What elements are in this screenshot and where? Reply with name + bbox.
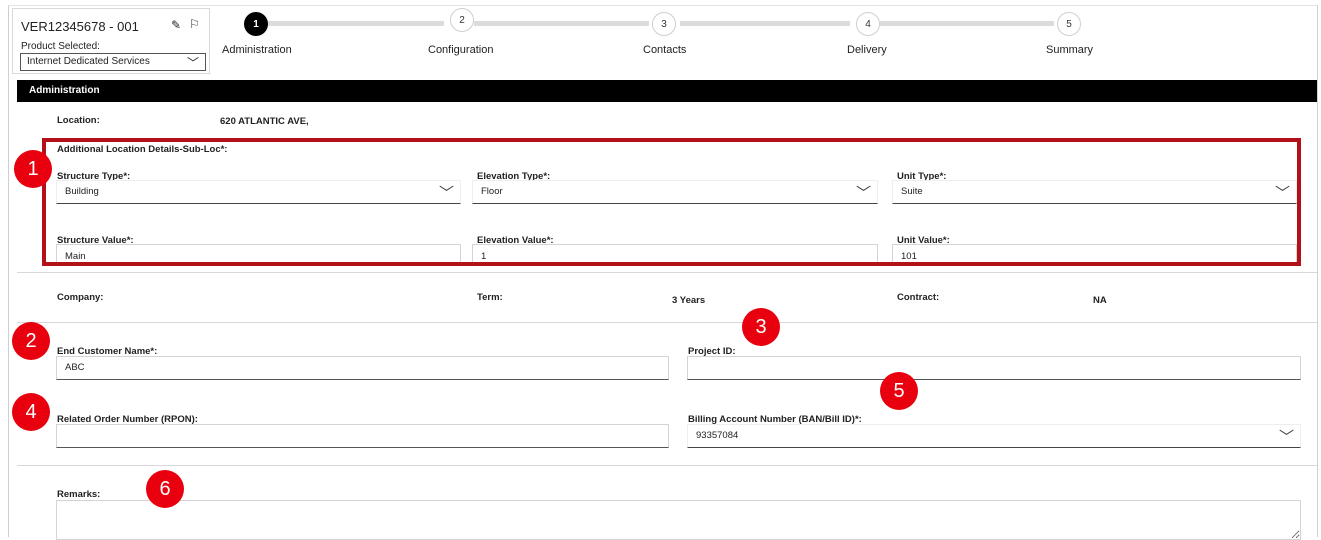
elevation-value-input[interactable]: 1 (472, 244, 878, 262)
unit-type-value: Suite (901, 186, 923, 197)
unit-value-text: 101 (901, 251, 917, 262)
step-connector (680, 21, 850, 26)
location-label: Location: (57, 115, 100, 126)
structure-type-select[interactable]: Building ﹀ (56, 180, 461, 204)
product-select-value: Internet Dedicated Services (27, 56, 150, 67)
related-order-input[interactable] (56, 424, 669, 448)
billing-account-select[interactable]: 93357084 ﹀ (687, 424, 1301, 448)
step-connector (268, 21, 444, 26)
step-5-indicator[interactable]: 5 (1057, 12, 1081, 36)
chevron-down-icon: ﹀ (855, 185, 871, 202)
elevation-type-select[interactable]: Floor ﹀ (472, 180, 878, 204)
remarks-label: Remarks: (57, 489, 101, 500)
step-label-delivery[interactable]: Delivery (847, 44, 887, 56)
step-label-summary[interactable]: Summary (1046, 44, 1093, 56)
term-label: Term: (477, 292, 503, 303)
end-customer-input[interactable]: ABC (56, 356, 669, 380)
edit-icon[interactable]: ✎ (171, 18, 181, 32)
product-selected-label: Product Selected: (21, 41, 100, 52)
sub-loc-title: Additional Location Details-Sub-Loc*: (57, 144, 228, 155)
structure-value-text: Main (65, 251, 86, 262)
chevron-down-icon: ﹀ (186, 56, 199, 70)
billing-account-value: 93357084 (696, 430, 739, 441)
chevron-down-icon: ﹀ (1274, 185, 1290, 202)
product-select[interactable]: Internet Dedicated Services ﹀ (20, 53, 206, 71)
structure-type-value: Building (65, 186, 99, 197)
unit-type-select[interactable]: Suite ﹀ (892, 180, 1297, 204)
order-id: VER12345678 - 001 (21, 19, 139, 34)
contract-label: Contract: (897, 292, 940, 303)
divider (17, 322, 1317, 323)
section-header: Administration (17, 80, 1317, 102)
annotation-badge-6: 6 (146, 470, 184, 508)
step-connector (474, 21, 649, 26)
contract-value: NA (1093, 295, 1107, 306)
step-label-contacts[interactable]: Contacts (643, 44, 686, 56)
step-connector (880, 21, 1054, 26)
remarks-textarea[interactable] (56, 500, 1301, 540)
term-value: 3 Years (672, 295, 706, 306)
unit-value-input[interactable]: 101 (892, 244, 1297, 262)
order-summary-box: VER12345678 - 001 ✎ ⚐ Product Selected: … (12, 8, 210, 74)
chevron-down-icon: ﹀ (438, 185, 454, 202)
divider (17, 465, 1317, 466)
elevation-value-text: 1 (481, 251, 487, 262)
annotation-badge-5: 5 (880, 372, 918, 410)
step-4-indicator[interactable]: 4 (856, 12, 880, 36)
annotation-badge-4: 4 (12, 393, 50, 431)
annotation-badge-3: 3 (742, 308, 780, 346)
step-label-configuration[interactable]: Configuration (428, 44, 493, 56)
step-label-administration[interactable]: Administration (222, 44, 292, 56)
step-2-indicator[interactable]: 2 (450, 8, 474, 32)
annotation-badge-2: 2 (12, 322, 50, 360)
location-value: 620 ATLANTIC AVE, (220, 116, 309, 127)
step-3-indicator[interactable]: 3 (652, 12, 676, 36)
structure-value-input[interactable]: Main (56, 244, 461, 262)
company-label: Company: (57, 292, 104, 303)
step-1-indicator[interactable]: 1 (244, 12, 268, 36)
annotation-badge-1: 1 (14, 150, 52, 188)
divider (17, 272, 1317, 273)
elevation-type-value: Floor (481, 186, 503, 197)
flag-icon[interactable]: ⚐ (189, 17, 200, 31)
project-id-input[interactable] (687, 356, 1301, 380)
chevron-down-icon: ﹀ (1278, 429, 1294, 446)
end-customer-text: ABC (65, 362, 85, 373)
